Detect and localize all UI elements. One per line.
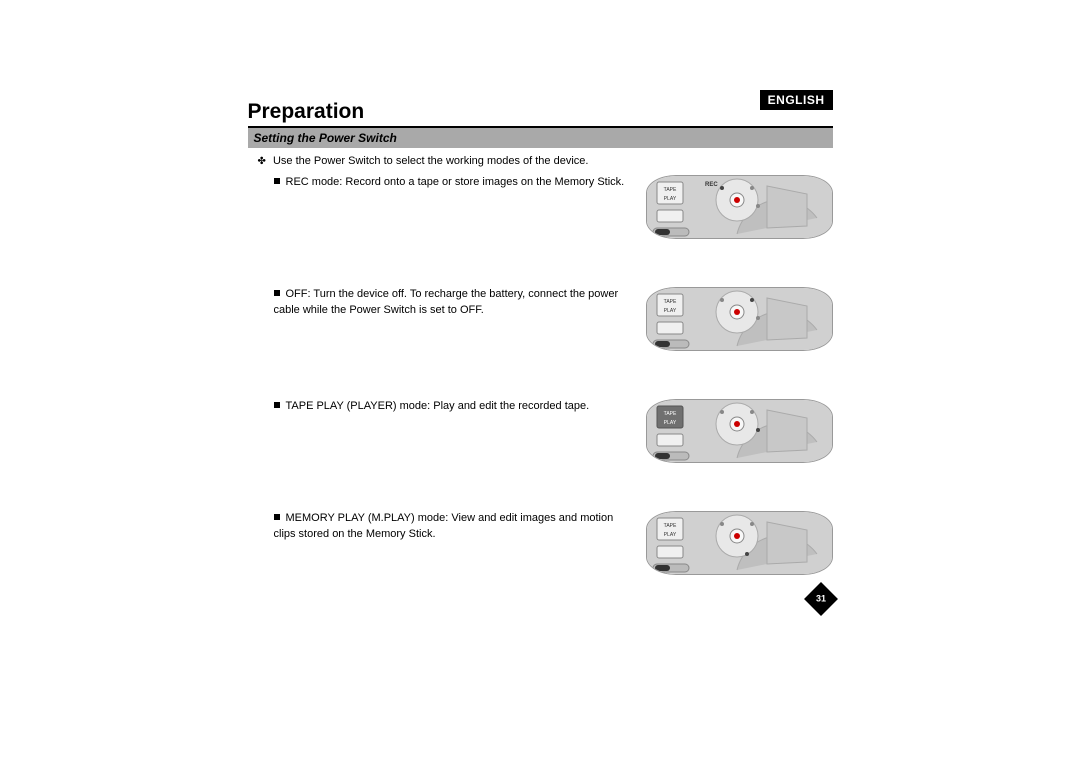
svg-text:PLAY: PLAY [663,196,676,202]
page-title: Preparation [248,100,833,124]
mode-text: TAPE PLAY (PLAYER) mode: Play and edit t… [248,399,646,414]
square-bullet [274,178,280,184]
mode-block: REC mode: Record onto a tape or store im… [248,175,833,239]
svg-text:TAPE: TAPE [663,523,676,529]
svg-text:PLAY: PLAY [663,308,676,314]
svg-text:REC: REC [705,182,718,188]
page-number-marker: 31 [248,587,833,616]
square-bullet [274,402,280,408]
mode-block: TAPE PLAY (PLAYER) mode: Play and edit t… [248,399,833,463]
power-switch-illustration-mplay: TAPE PLAY [646,511,833,575]
page-number: 31 [815,593,825,606]
square-bullet [274,514,280,520]
maltese-bullet: ✤ [258,156,266,167]
svg-text:TAPE: TAPE [663,299,676,305]
intro-line: ✤ Use the Power Switch to select the wor… [258,154,833,169]
mode-text: OFF: Turn the device off. To recharge th… [248,287,646,318]
mode-text: MEMORY PLAY (M.PLAY) mode: View and edit… [248,511,646,542]
mode-block: OFF: Turn the device off. To recharge th… [248,287,833,351]
svg-text:PLAY: PLAY [663,532,676,538]
power-switch-illustration-rec: TAPE PLAY REC [646,175,833,239]
power-switch-illustration-tapeplay: TAPE PLAY [646,399,833,463]
subtitle-bar: Setting the Power Switch [248,128,833,148]
mode-text: REC mode: Record onto a tape or store im… [248,175,646,190]
svg-text:TAPE: TAPE [663,411,676,417]
intro-text: Use the Power Switch to select the worki… [273,155,589,167]
square-bullet [274,290,280,296]
content-area: ✤ Use the Power Switch to select the wor… [248,154,833,617]
mode-block: MEMORY PLAY (M.PLAY) mode: View and edit… [248,511,833,575]
svg-text:PLAY: PLAY [663,420,676,426]
power-switch-illustration-off: TAPE PLAY [646,287,833,351]
language-badge: ENGLISH [760,90,833,110]
page-number-diamond: 31 [804,582,838,616]
svg-text:TAPE: TAPE [663,187,676,193]
